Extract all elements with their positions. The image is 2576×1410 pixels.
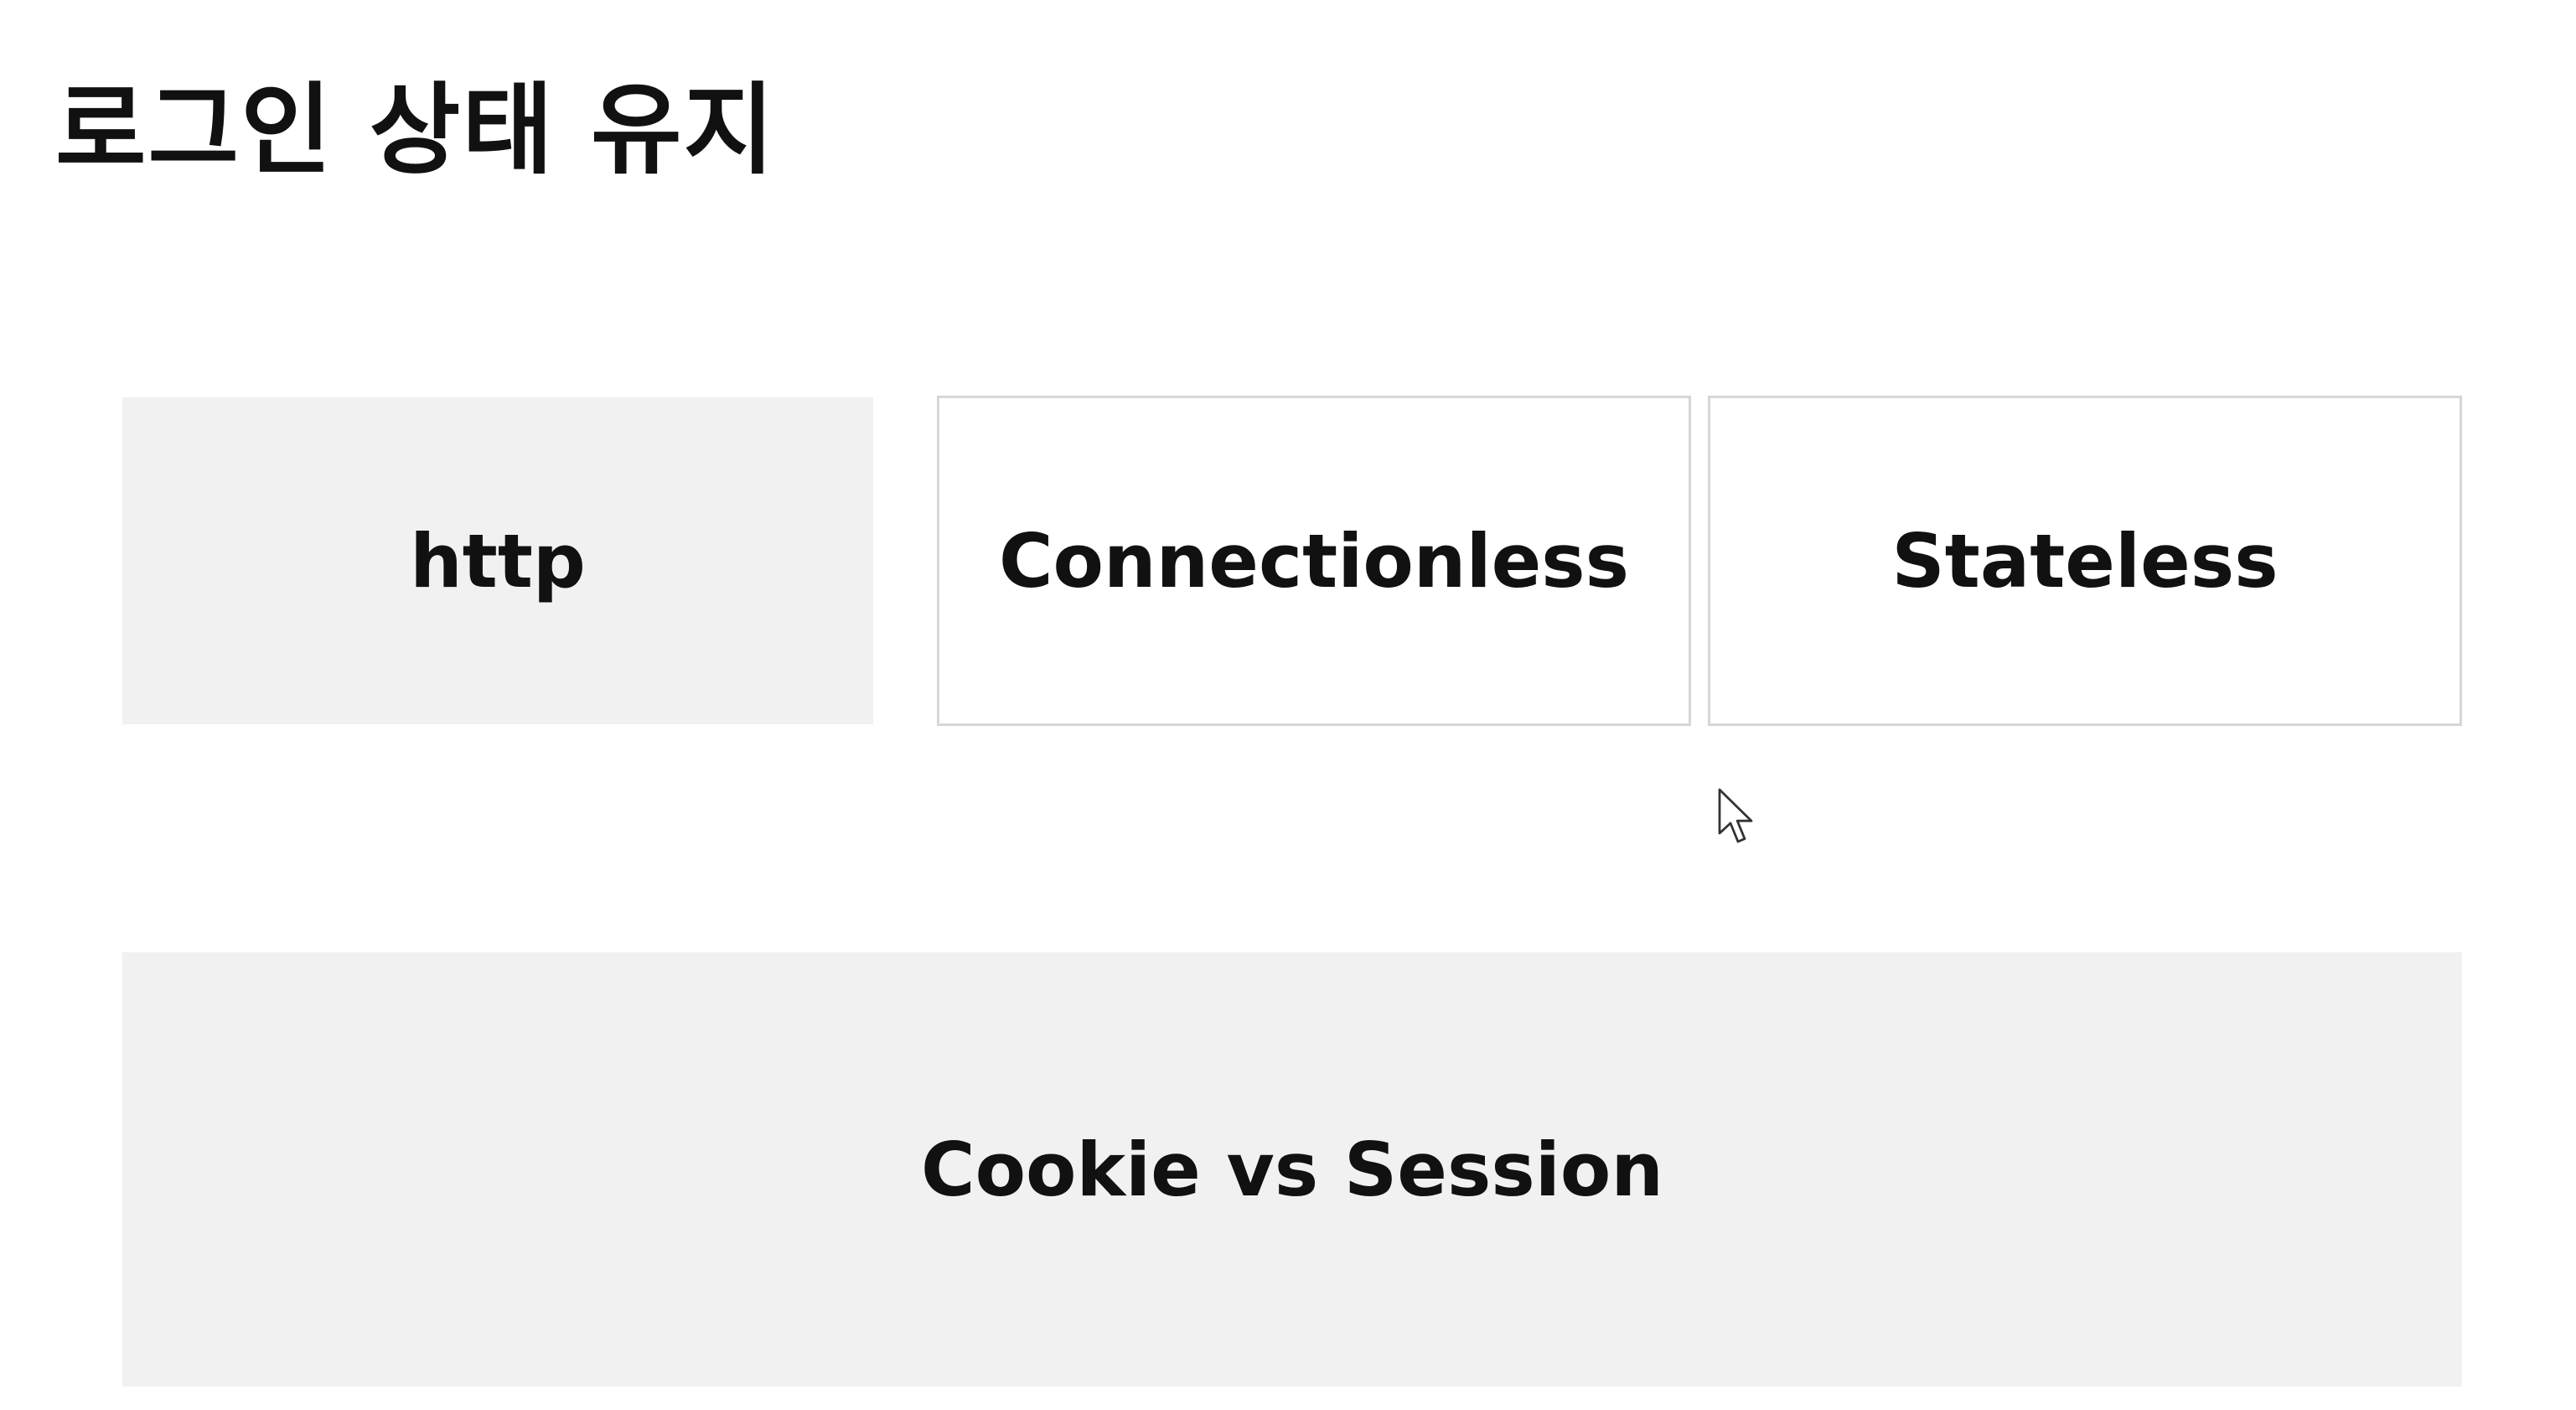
- stateless-label: Stateless: [1891, 517, 2279, 604]
- cookie-vs-session-box[interactable]: Cookie vs Session: [122, 952, 2462, 1387]
- cookie-vs-session-label: Cookie vs Session: [921, 1126, 1663, 1213]
- mouse-pointer-icon: [1718, 788, 1753, 843]
- stateless-box[interactable]: Stateless: [1708, 396, 2462, 726]
- page-title: 로그인 상태 유지: [55, 72, 777, 188]
- connectionless-box[interactable]: Connectionless: [937, 396, 1691, 726]
- http-box[interactable]: http: [122, 397, 873, 724]
- connectionless-label: Connectionless: [998, 517, 1630, 604]
- http-label: http: [410, 517, 586, 604]
